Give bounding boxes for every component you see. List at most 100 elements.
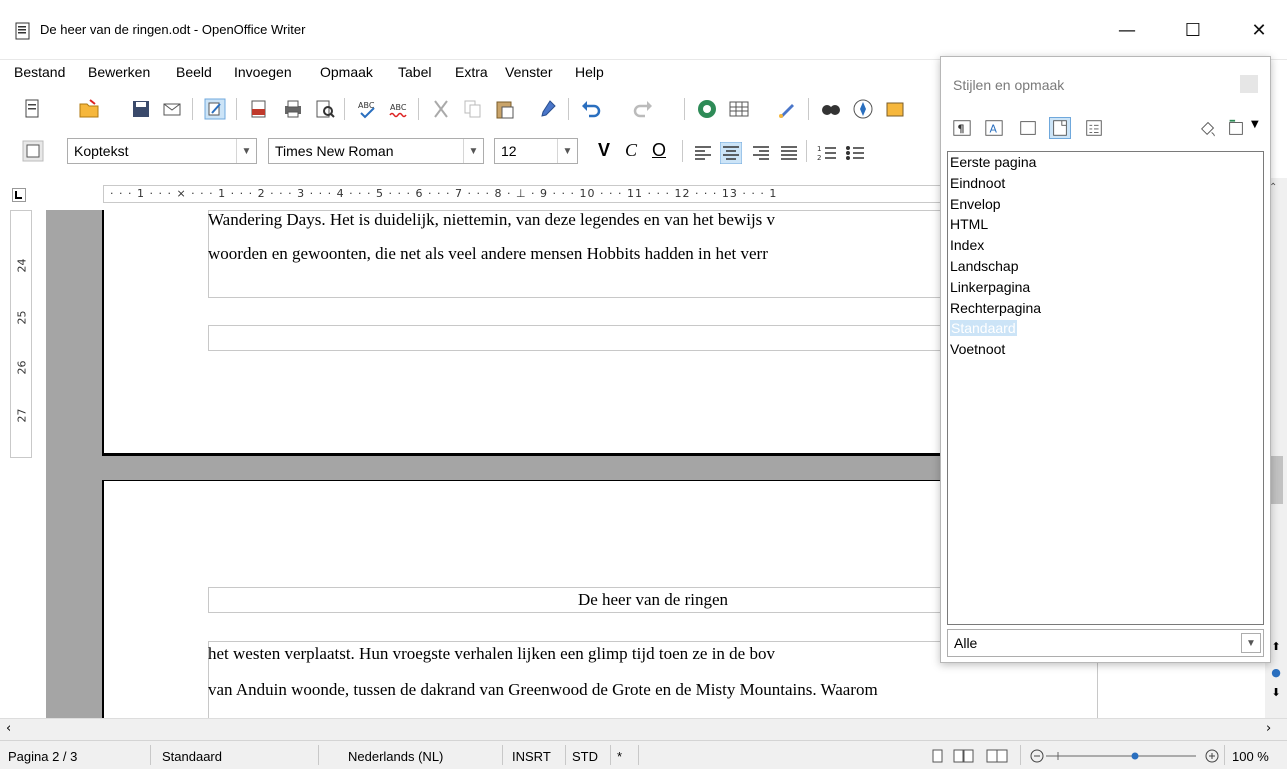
svg-text:A: A xyxy=(989,123,997,136)
svg-text:2: 2 xyxy=(817,154,821,162)
vruler-tick: 24 xyxy=(15,258,29,273)
zoom-slider[interactable] xyxy=(1030,749,1220,763)
menu-beeld[interactable]: Beeld xyxy=(176,64,212,80)
align-right-icon[interactable] xyxy=(750,142,772,164)
find-replace-icon[interactable] xyxy=(820,98,842,120)
panel-close-button[interactable] xyxy=(1240,75,1258,93)
insert-mode-indicator[interactable]: INSRT xyxy=(512,749,551,764)
gallery-icon[interactable] xyxy=(884,98,906,120)
character-styles-icon[interactable]: A xyxy=(983,117,1005,139)
copy-icon[interactable] xyxy=(462,98,484,120)
close-button[interactable]: ✕ xyxy=(1236,10,1282,50)
navigator-icon[interactable] xyxy=(696,98,718,120)
page-indicator[interactable]: Pagina 2 / 3 xyxy=(8,749,77,764)
page-style-indicator[interactable]: Standaard xyxy=(162,749,222,764)
scroll-right-icon[interactable]: › xyxy=(1266,721,1271,736)
undo-icon[interactable] xyxy=(580,98,602,120)
align-center-icon[interactable] xyxy=(720,142,742,164)
styles-formatting-icon[interactable] xyxy=(22,140,44,162)
doc-line-3: het westen verplaatst. Hun vroegste verh… xyxy=(208,644,775,663)
list-item[interactable]: Voetnoot xyxy=(948,339,1263,360)
list-item-selected[interactable]: Standaard xyxy=(948,318,1263,339)
print-icon[interactable] xyxy=(282,98,304,120)
menu-opmaak[interactable]: Opmaak xyxy=(320,64,373,80)
export-pdf-icon[interactable] xyxy=(248,98,270,120)
new-document-icon[interactable] xyxy=(22,98,44,120)
justify-icon[interactable] xyxy=(778,142,800,164)
italic-button[interactable]: C xyxy=(625,140,637,161)
autospellcheck-icon[interactable]: ABC xyxy=(388,98,410,120)
selection-mode-indicator[interactable]: STD xyxy=(572,749,598,764)
bullets-icon[interactable] xyxy=(844,142,866,164)
edit-mode-icon[interactable] xyxy=(204,98,226,120)
draw-functions-icon[interactable] xyxy=(776,98,798,120)
scrollbar-thumb[interactable] xyxy=(1269,456,1283,504)
chevron-down-icon[interactable]: ▼ xyxy=(1241,633,1261,653)
document-modified-indicator: * xyxy=(617,749,623,764)
list-item[interactable]: Envelop xyxy=(948,194,1263,215)
align-left-icon[interactable] xyxy=(692,142,714,164)
svg-text:ABC: ABC xyxy=(390,103,407,112)
vertical-ruler[interactable]: 24 25 26 27 xyxy=(10,210,32,458)
email-icon[interactable] xyxy=(162,98,184,120)
font-size-combo[interactable]: 12 ▼ xyxy=(494,138,578,164)
paragraph-style-combo[interactable]: Koptekst ▼ xyxy=(67,138,257,164)
menu-invoegen[interactable]: Invoegen xyxy=(234,64,292,80)
styles-list[interactable]: Eerste pagina Eindnoot Envelop HTML Inde… xyxy=(947,151,1264,625)
underline-button[interactable]: O xyxy=(652,140,666,161)
table-icon[interactable] xyxy=(728,98,750,120)
paragraph-styles-icon[interactable]: ¶ xyxy=(951,117,973,139)
list-item[interactable]: Eerste pagina xyxy=(948,152,1263,173)
chevron-down-icon[interactable]: ▼ xyxy=(236,139,256,163)
scroll-left-icon[interactable]: ‹ xyxy=(6,721,11,736)
open-folder-icon[interactable] xyxy=(78,98,100,120)
chevron-down-icon[interactable]: ▼ xyxy=(557,139,577,163)
save-icon[interactable] xyxy=(130,98,152,120)
list-item[interactable]: Rechterpagina xyxy=(948,298,1263,319)
new-style-icon[interactable] xyxy=(1225,117,1247,139)
navigation-icon[interactable]: ● xyxy=(1267,666,1285,684)
ruler-scale: · · · 1 · · · ⨯ · · · 1 · · · 2 · · · 3 … xyxy=(103,185,942,203)
spellcheck-icon[interactable]: ABC xyxy=(356,98,378,120)
view-layout-icons[interactable] xyxy=(932,749,1012,763)
list-item[interactable]: Eindnoot xyxy=(948,173,1263,194)
list-item[interactable]: HTML xyxy=(948,214,1263,235)
menu-bewerken[interactable]: Bewerken xyxy=(88,64,150,80)
font-name-combo[interactable]: Times New Roman ▼ xyxy=(268,138,484,164)
bold-button[interactable]: V xyxy=(598,140,610,161)
menu-help[interactable]: Help xyxy=(575,64,604,80)
chevron-down-icon[interactable]: ▼ xyxy=(1251,119,1259,130)
page-styles-icon[interactable] xyxy=(1049,117,1071,139)
frame-styles-icon[interactable] xyxy=(1017,117,1039,139)
window-title: De heer van de ringen.odt - OpenOffice W… xyxy=(40,22,306,37)
chevron-down-icon[interactable]: ▼ xyxy=(463,139,483,163)
menu-extra[interactable]: Extra xyxy=(455,64,488,80)
list-item[interactable]: Index xyxy=(948,235,1263,256)
horizontal-ruler[interactable]: · · · 1 · · · ⨯ · · · 1 · · · 2 · · · 3 … xyxy=(0,178,942,208)
zoom-level[interactable]: 100 % xyxy=(1232,749,1269,764)
numbering-icon[interactable]: 12 xyxy=(816,142,838,164)
minimize-button[interactable]: — xyxy=(1104,10,1150,50)
cut-icon[interactable] xyxy=(430,98,452,120)
maximize-button[interactable]: ☐ xyxy=(1170,10,1216,50)
doc-line-1: Wandering Days. Het is duidelijk, niette… xyxy=(208,210,776,229)
redo-icon[interactable] xyxy=(632,98,654,120)
fill-format-mode-icon[interactable] xyxy=(1197,117,1219,139)
paste-icon[interactable] xyxy=(494,98,516,120)
horizontal-scrollbar[interactable]: ‹ › xyxy=(0,718,1287,740)
page-preview-icon[interactable] xyxy=(314,98,336,120)
navigator-compass-icon[interactable] xyxy=(852,98,874,120)
list-styles-icon[interactable] xyxy=(1083,117,1105,139)
language-indicator[interactable]: Nederlands (NL) xyxy=(348,749,443,764)
menu-bestand[interactable]: Bestand xyxy=(14,64,65,80)
menu-venster[interactable]: Venster xyxy=(505,64,552,80)
clone-formatting-icon[interactable] xyxy=(536,98,558,120)
footer-frame xyxy=(208,325,968,351)
list-item[interactable]: Landschap xyxy=(948,256,1263,277)
tab-stop-type-icon[interactable] xyxy=(12,188,26,202)
list-item[interactable]: Linkerpagina xyxy=(948,277,1263,298)
menu-tabel[interactable]: Tabel xyxy=(398,64,431,80)
style-filter-select[interactable]: Alle ▼ xyxy=(947,629,1264,657)
font-size-value: 12 xyxy=(501,143,517,159)
next-page-icon[interactable]: ⬇ xyxy=(1267,686,1285,704)
